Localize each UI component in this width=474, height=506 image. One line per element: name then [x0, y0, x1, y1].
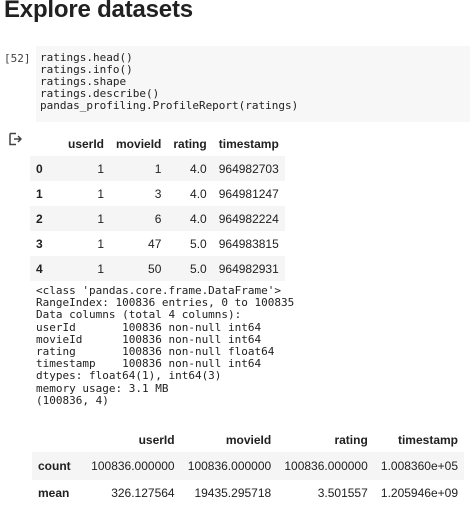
code-line: pandas_profiling.ProfileReport(ratings) — [40, 99, 299, 112]
table-header: userId — [68, 137, 105, 151]
table-header: movieId — [116, 137, 162, 151]
table-cell: 4.0 — [190, 211, 207, 226]
stdout-line: userId 100836 non-null int64 — [36, 320, 262, 334]
stdout-line: Data columns (total 4 columns): — [36, 308, 242, 322]
head-table: userId movieId rating timestamp 0 1 1 4.… — [30, 132, 285, 281]
describe-table: userId movieId rating timestamp count 10… — [32, 428, 464, 506]
table-cell: 100836.000000 — [187, 459, 272, 473]
table-cell: 1 — [97, 186, 105, 201]
row-index: 1 — [36, 186, 43, 201]
table-row: 2 1 6 4.0 964982224 — [30, 206, 285, 231]
output-arrow-icon[interactable] — [8, 132, 23, 146]
table-cell: 1 — [97, 211, 105, 226]
table-header: timestamp — [397, 433, 458, 447]
row-index: mean — [38, 486, 70, 500]
table-row: 4 1 50 5.0 964982931 — [30, 256, 285, 281]
table-cell: 326.127564 — [111, 486, 175, 500]
execution-count: [52] — [4, 52, 31, 65]
table-header — [30, 132, 62, 156]
section-heading: Explore datasets — [4, 0, 193, 23]
table-cell: 19435.295718 — [194, 486, 272, 500]
table-cell: 5.0 — [190, 261, 207, 276]
row-index: 4 — [36, 261, 43, 276]
table-header: rating — [173, 137, 207, 151]
code-cell[interactable]: [52] ratings.head() ratings.info() ratin… — [0, 44, 474, 124]
stdout-line: (100836, 4) — [36, 393, 109, 407]
table-cell: 4.0 — [190, 186, 207, 201]
table-row: count 100836.000000 100836.000000 100836… — [32, 452, 464, 480]
table-cell: 1 — [97, 236, 105, 251]
code-editor[interactable]: ratings.head() ratings.info() ratings.sh… — [36, 46, 470, 122]
table-header: rating — [334, 433, 368, 447]
table-cell: 4.0 — [190, 161, 207, 176]
row-index: 3 — [36, 236, 43, 251]
table-cell: 100836.000000 — [91, 459, 175, 473]
table-cell: 47 — [148, 236, 162, 251]
table-cell: 50 — [148, 261, 162, 276]
table-header: movieId — [225, 433, 272, 447]
table-cell: 964982224 — [218, 211, 279, 226]
table-cell: 1 — [97, 161, 105, 176]
stdout-line: dtypes: float64(1), int64(3) — [36, 369, 222, 383]
table-row: mean 326.127564 19435.295718 3.501557 1.… — [32, 480, 464, 506]
table-cell: 6 — [154, 211, 162, 226]
table-cell: 100836.000000 — [284, 459, 368, 473]
table-cell: 1 — [97, 261, 105, 276]
table-header — [32, 428, 84, 452]
row-index: count — [38, 459, 71, 473]
table-cell: 1 — [154, 161, 162, 176]
table-cell: 964982931 — [218, 261, 279, 276]
row-index: 2 — [36, 211, 43, 226]
table-cell: 3 — [154, 186, 162, 201]
row-index: 0 — [36, 161, 43, 176]
table-cell: 5.0 — [190, 236, 207, 251]
info-output: <class 'pandas.core.frame.DataFrame'> Ran… — [36, 284, 294, 407]
table-row: 1 1 3 4.0 964981247 — [30, 181, 285, 206]
table-cell: 1.205946e+09 — [380, 486, 458, 500]
table-cell: 964981247 — [218, 186, 279, 201]
stdout-line: memory usage: 3.1 MB — [36, 381, 169, 395]
table-cell: 964982703 — [218, 161, 279, 176]
table-cell: 964983815 — [218, 236, 279, 251]
table-header: userId — [138, 433, 175, 447]
table-row: 0 1 1 4.0 964982703 — [30, 156, 285, 181]
table-cell: 1.008360e+05 — [380, 459, 458, 473]
table-cell: 3.501557 — [317, 486, 368, 500]
table-header: timestamp — [218, 137, 279, 151]
table-row: 3 1 47 5.0 964983815 — [30, 231, 285, 256]
